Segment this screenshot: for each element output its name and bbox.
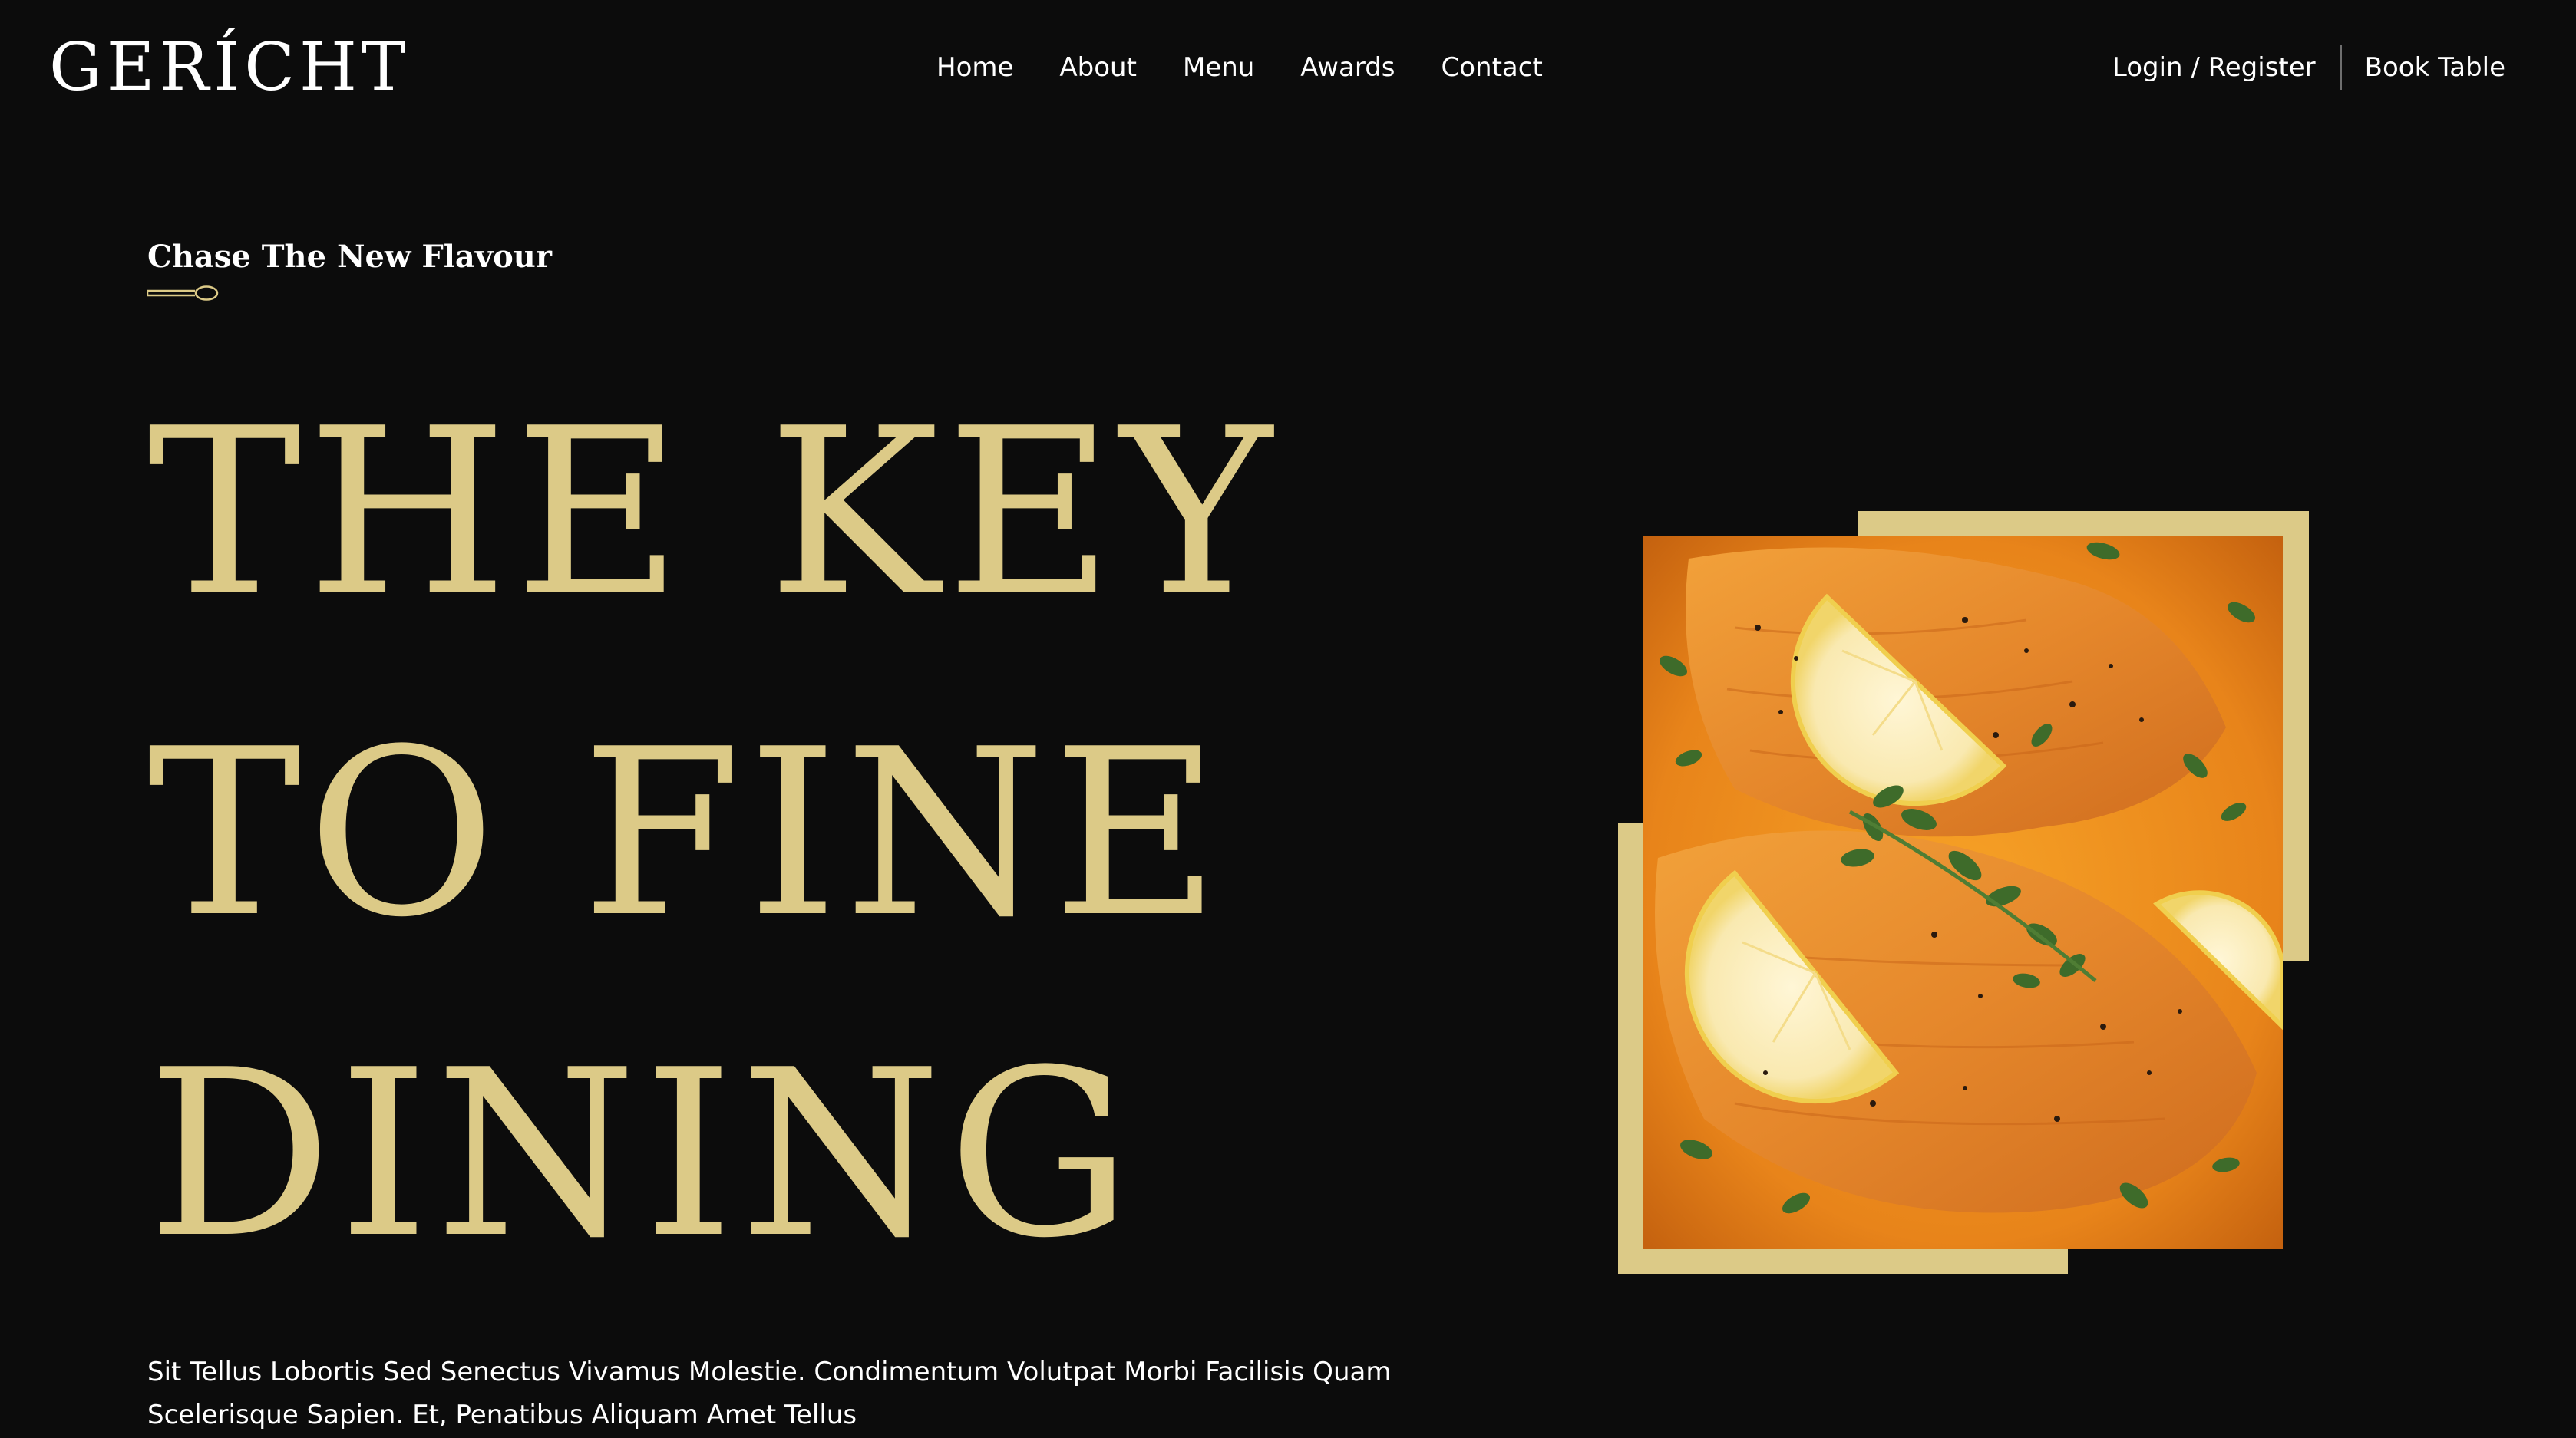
login-register-link[interactable]: Login / Register bbox=[2112, 52, 2316, 83]
nav-link-about[interactable]: About bbox=[1059, 52, 1137, 83]
book-table-link[interactable]: Book Table bbox=[2365, 52, 2505, 83]
brand-logo[interactable]: GERÍCHT bbox=[49, 29, 410, 106]
nav-divider bbox=[2340, 45, 2342, 90]
headline-line-1: THE KEY bbox=[147, 379, 1279, 647]
salmon-dish-photo bbox=[1643, 536, 2283, 1249]
main-navigation: Home About Menu Awards Contact bbox=[936, 48, 1543, 87]
hero-description: Sit Tellus Lobortis Sed Senectus Vivamus… bbox=[147, 1357, 1392, 1430]
nav-actions: Login / Register Book Table bbox=[2112, 45, 2505, 91]
nav-link-menu[interactable]: Menu bbox=[1183, 52, 1254, 83]
nav-link-contact[interactable]: Contact bbox=[1442, 52, 1543, 83]
headline-line-2: TO FINE bbox=[147, 700, 1227, 968]
hero-subtitle: Chase The New Flavour bbox=[147, 239, 552, 275]
headline-line-3: DINING bbox=[147, 1021, 1138, 1288]
nav-link-home[interactable]: Home bbox=[936, 52, 1013, 83]
nav-link-awards[interactable]: Awards bbox=[1300, 52, 1395, 83]
spoon-icon bbox=[146, 285, 220, 305]
hero-headline: THE KEY TO FINE DINING bbox=[147, 353, 1278, 1315]
